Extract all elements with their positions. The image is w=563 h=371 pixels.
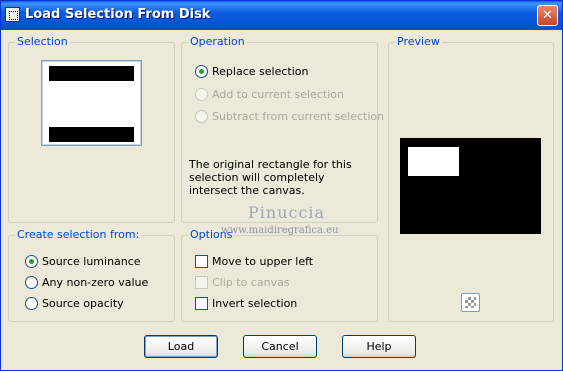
load-button[interactable]: Load — [144, 335, 218, 358]
close-button[interactable]: ✕ — [537, 5, 558, 26]
radio-label: Add to current selection — [212, 88, 344, 101]
intersection-info-text: The original rectangle for this selectio… — [189, 158, 352, 197]
radio-label: Any non-zero value — [42, 276, 149, 289]
checkbox-indicator[interactable] — [195, 255, 208, 268]
checkbox-indicator — [195, 276, 208, 289]
checkbox-label: Invert selection — [212, 297, 298, 310]
radio-label: Source luminance — [42, 255, 141, 268]
radio-indicator[interactable] — [25, 255, 38, 268]
watermark-site: www.maidiregrafica.eu — [221, 225, 339, 236]
radio-label: Replace selection — [212, 65, 309, 78]
transparency-checker-button[interactable] — [461, 293, 480, 312]
thumbnail-top-band — [49, 66, 134, 81]
radio-indicator — [195, 88, 208, 101]
preview-selection-rect — [408, 147, 459, 176]
radio-indicator — [195, 110, 208, 123]
checkbox-label: Clip to canvas — [212, 276, 290, 289]
cancel-button[interactable]: Cancel — [243, 335, 317, 358]
radio-label: Subtract from current selection — [212, 110, 385, 123]
window-title: Load Selection From Disk — [25, 7, 211, 22]
checkbox-indicator[interactable] — [195, 297, 208, 310]
create-from-group-label: Create selection from: — [15, 228, 142, 241]
checkbox-label: Move to upper left — [212, 255, 314, 268]
radio-indicator[interactable] — [25, 276, 38, 289]
preview-canvas — [400, 138, 541, 234]
thumbnail-bottom-band — [49, 127, 134, 142]
title-bar[interactable]: Load Selection From Disk ✕ — [1, 1, 562, 30]
selection-app-icon — [5, 7, 20, 22]
radio-indicator[interactable] — [195, 65, 208, 78]
radio-label: Source opacity — [42, 297, 124, 310]
operation-group-label: Operation — [188, 35, 247, 48]
watermark-name: Pinuccia — [248, 203, 326, 222]
selection-group-label: Selection — [15, 35, 70, 48]
preview-group-label: Preview — [395, 35, 442, 48]
load-selection-dialog: Load Selection From Disk ✕ Selection Ope… — [0, 0, 563, 371]
selection-thumbnail[interactable] — [41, 60, 142, 146]
help-button[interactable]: Help — [342, 335, 416, 358]
radio-indicator[interactable] — [25, 297, 38, 310]
